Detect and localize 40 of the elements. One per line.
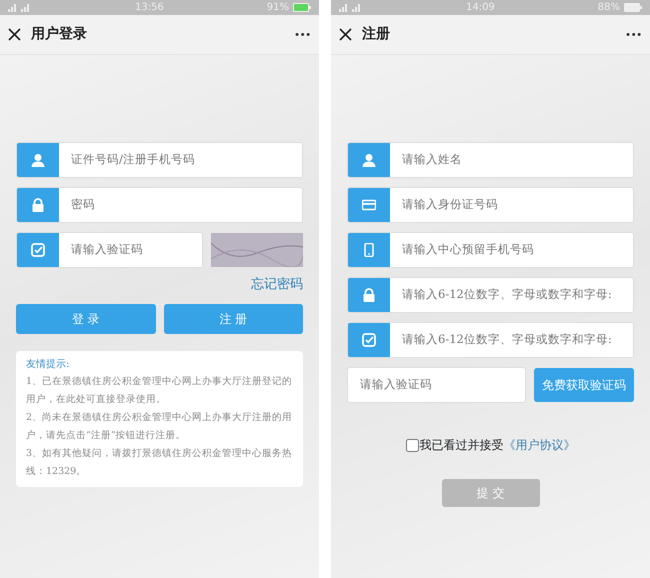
signal-icon [8,3,32,12]
battery-icon [293,3,311,12]
input-field[interactable]: 请输入中心预留手机号码 [347,232,634,268]
tips-heading: 友情提示: [26,358,70,372]
input-field[interactable]: 请输入身份证号码 [347,187,634,223]
close-button[interactable] [339,28,352,41]
more-button[interactable]: ··· [625,22,642,46]
close-button[interactable] [8,28,21,41]
signal-icon [339,3,363,12]
input-field[interactable]: 请输入验证码 [16,232,203,268]
page-title: 用户登录 [31,24,87,44]
tip-text: 2、尚未在景德镇住房公积金管理中心网上办事大厅注册的用户，请先点击“注册”按钮进行注册。 [26,410,293,443]
input-field[interactable]: 请输入6-12位数字、字母或数字和字母: [347,322,634,358]
close-icon [8,28,21,41]
action-button[interactable]: 注 册 [164,304,303,334]
lock-icon [362,288,376,302]
input-field[interactable]: 请输入验证码 [347,367,526,403]
agreement-link[interactable]: 《用户协议》 [504,436,576,454]
input-field[interactable]: 密码 [16,187,303,223]
checkbox-icon [31,243,45,257]
card-icon [362,198,376,212]
action-button[interactable]: 登 录 [16,304,156,334]
input-field[interactable]: 请输入姓名 [347,142,634,178]
phone-icon [362,243,376,257]
more-button[interactable]: ··· [294,22,311,46]
input-field[interactable]: 证件号码/注册手机号码 [16,142,303,178]
agreement-text: 我已看过并接受 [420,437,504,454]
user-icon [31,153,45,167]
user-icon [362,153,376,167]
tip-text: 1、已在景德镇住房公积金管理中心网上办事大厅注册登记的用户，在此处可直接登录使用。 [26,374,293,407]
get-code-button[interactable]: 免费获取验证码 [534,368,634,402]
input-field[interactable]: 请输入6-12位数字、字母或数字和字母: [347,277,634,313]
checkbox-icon [362,333,376,347]
close-icon [339,28,352,41]
lock-icon [31,198,45,212]
page-title: 注册 [362,24,390,44]
battery-icon [624,3,642,12]
forgot-password-link[interactable]: 忘记密码 [16,275,303,294]
agreement-checkbox[interactable] [406,438,418,452]
tip-text: 3、如有其他疑问，请拨打景德镇住房公积金管理中心服务热线：12329。 [26,446,293,479]
